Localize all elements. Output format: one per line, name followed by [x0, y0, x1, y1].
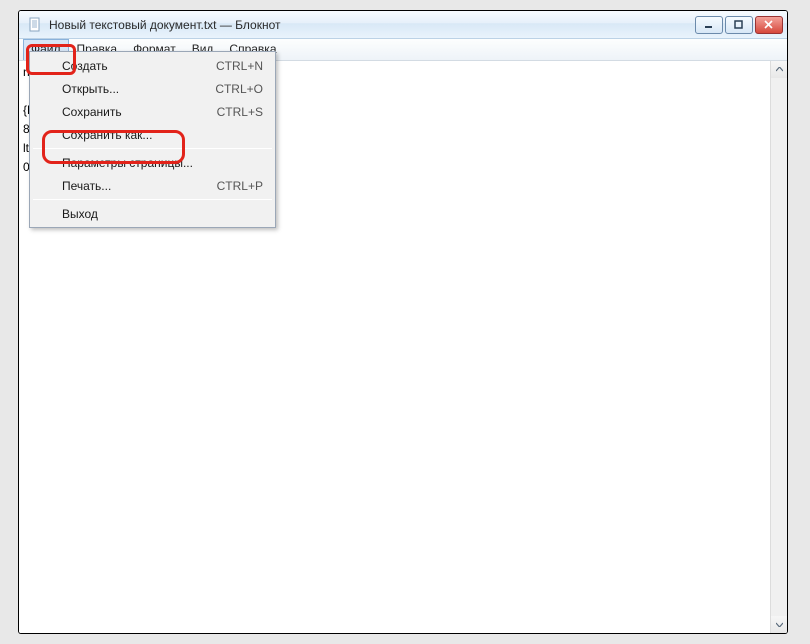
menu-item-print[interactable]: Печать... CTRL+P: [32, 174, 273, 197]
menu-item-save-as[interactable]: Сохранить как...: [32, 123, 273, 146]
scroll-down-button[interactable]: [771, 616, 787, 633]
menu-separator: [33, 199, 272, 200]
menu-item-label: Сохранить как...: [62, 128, 263, 142]
vertical-scrollbar[interactable]: [770, 61, 787, 633]
menu-separator: [33, 148, 272, 149]
window-controls: [695, 16, 783, 34]
menu-item-label: Создать: [62, 59, 216, 73]
menu-item-page-setup[interactable]: Параметры страницы...: [32, 151, 273, 174]
menu-item-shortcut: CTRL+S: [217, 105, 263, 119]
menu-item-label: Параметры страницы...: [62, 156, 263, 170]
titlebar[interactable]: Новый текстовый документ.txt — Блокнот: [19, 11, 787, 39]
menu-item-shortcut: CTRL+O: [215, 82, 263, 96]
maximize-icon: [734, 20, 744, 30]
window-title: Новый текстовый документ.txt — Блокнот: [47, 18, 695, 32]
document-icon: [27, 17, 43, 33]
close-button[interactable]: [755, 16, 783, 34]
maximize-button[interactable]: [725, 16, 753, 34]
menu-item-label: Сохранить: [62, 105, 217, 119]
menu-item-label: Открыть...: [62, 82, 215, 96]
minimize-button[interactable]: [695, 16, 723, 34]
file-menu-dropdown: Создать CTRL+N Открыть... CTRL+O Сохрани…: [29, 51, 276, 228]
scroll-up-button[interactable]: [771, 61, 787, 78]
menu-item-label: Выход: [62, 207, 263, 221]
menu-item-shortcut: CTRL+P: [217, 179, 263, 193]
menu-item-open[interactable]: Открыть... CTRL+O: [32, 77, 273, 100]
menu-item-shortcut: CTRL+N: [216, 59, 263, 73]
menu-item-save[interactable]: Сохранить CTRL+S: [32, 100, 273, 123]
chevron-up-icon: [776, 67, 783, 72]
menu-item-exit[interactable]: Выход: [32, 202, 273, 225]
close-icon: [764, 20, 774, 30]
menu-item-label: Печать...: [62, 179, 217, 193]
chevron-down-icon: [776, 622, 783, 627]
minimize-icon: [704, 20, 714, 30]
menu-item-new[interactable]: Создать CTRL+N: [32, 54, 273, 77]
